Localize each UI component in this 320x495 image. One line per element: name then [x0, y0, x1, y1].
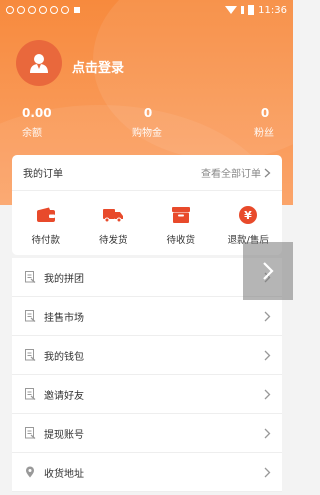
document-icon — [25, 388, 36, 400]
chevron-right-icon — [264, 467, 271, 477]
menu-item-my-group-buy[interactable]: 我的拼团 — [12, 258, 282, 297]
svg-text:¥: ¥ — [244, 209, 252, 222]
user-icon — [30, 54, 48, 73]
orders-header: 我的订单 查看全部订单 — [12, 155, 282, 191]
notification-icon — [50, 6, 58, 14]
notification-icon — [74, 7, 80, 13]
login-link[interactable]: 点击登录 — [72, 57, 124, 76]
battery-icon — [248, 5, 255, 15]
account-menu-list: 我的拼团 挂售市场 我的钱包 邀请好友 提现账号 收货地址 — [12, 258, 282, 492]
chevron-right-icon — [263, 262, 274, 280]
wallet-icon — [35, 205, 57, 225]
orders-title: 我的订单 — [23, 169, 63, 180]
order-pending-receipt[interactable]: 待收货 — [147, 191, 215, 255]
chevron-right-icon — [264, 389, 271, 399]
notification-icons — [6, 6, 80, 14]
order-pending-shipment[interactable]: 待发货 — [80, 191, 148, 255]
order-status-row: 待付款 待发货 待收货 ¥ 退款/售后 — [12, 191, 282, 255]
document-icon — [25, 427, 36, 439]
notification-icon — [61, 6, 69, 14]
account-stats: 0.00 余额 0 购物金 0 粉丝 — [0, 106, 293, 142]
stat-shopping-gold[interactable]: 0 购物金 — [132, 106, 162, 139]
menu-item-my-wallet[interactable]: 我的钱包 — [12, 336, 282, 375]
notification-icon — [17, 6, 25, 14]
document-icon — [25, 271, 36, 283]
my-orders-card: 我的订单 查看全部订单 待付款 待发货 待收货 ¥ 退款/售后 — [12, 155, 282, 255]
notification-icon — [39, 6, 47, 14]
chevron-right-icon — [264, 350, 271, 360]
location-pin-icon — [26, 466, 34, 478]
document-icon — [25, 349, 36, 361]
avatar[interactable] — [16, 40, 62, 86]
yen-icon: ¥ — [237, 205, 259, 225]
notification-icon — [6, 6, 14, 14]
order-pending-payment[interactable]: 待付款 — [12, 191, 80, 255]
chevron-right-icon — [264, 168, 271, 177]
notification-icon — [28, 6, 36, 14]
chevron-right-icon — [264, 428, 271, 438]
view-all-orders-link[interactable]: 查看全部订单 — [201, 165, 271, 180]
menu-item-shipping-address[interactable]: 收货地址 — [12, 453, 282, 492]
document-icon — [25, 310, 36, 322]
status-bar: 11:36 — [0, 0, 293, 20]
status-time: 11:36 — [258, 4, 287, 16]
chevron-right-icon — [264, 311, 271, 321]
signal-icon — [241, 6, 245, 14]
truck-icon — [102, 205, 124, 225]
package-icon — [170, 205, 192, 225]
menu-item-invite-friends[interactable]: 邀请好友 — [12, 375, 282, 414]
menu-item-resale-market[interactable]: 挂售市场 — [12, 297, 282, 336]
stat-fans[interactable]: 0 粉丝 — [254, 106, 275, 139]
wifi-icon — [225, 6, 238, 14]
stat-balance[interactable]: 0.00 余额 — [22, 106, 52, 139]
floating-next-button[interactable] — [243, 242, 293, 300]
menu-item-withdraw-account[interactable]: 提现账号 — [12, 414, 282, 453]
